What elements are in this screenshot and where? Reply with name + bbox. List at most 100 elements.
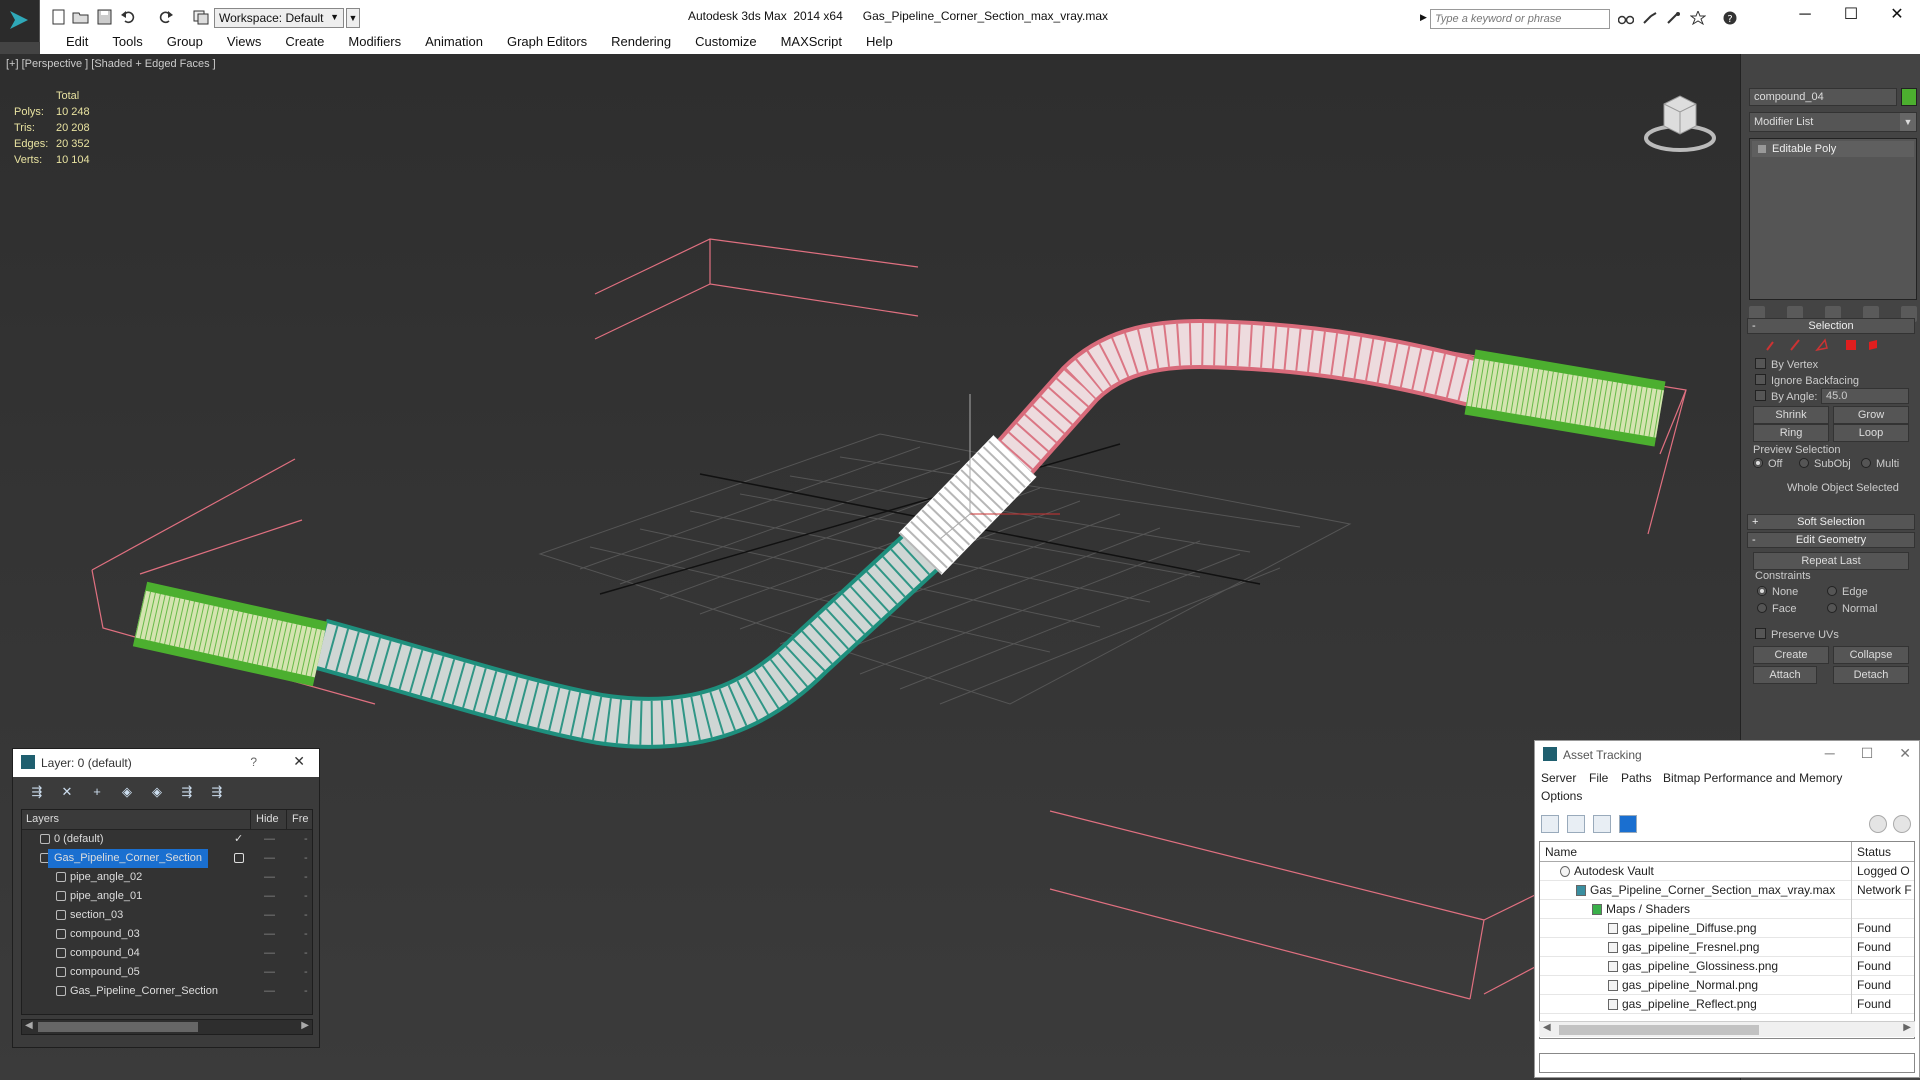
constraint-normal-radio[interactable]: Normal (1827, 603, 1877, 615)
current-layer-check[interactable]: ✓ (234, 830, 243, 849)
list-view-icon[interactable] (1567, 815, 1585, 833)
minimize-button[interactable]: ─ (1782, 0, 1828, 32)
asset-row[interactable]: Autodesk Vault Logged O (1540, 862, 1914, 881)
repeat-last-button[interactable]: Repeat Last (1753, 552, 1909, 570)
undo-icon[interactable] (120, 9, 138, 25)
scroll-right-icon[interactable]: ▶ (301, 1020, 309, 1031)
loop-button[interactable]: Loop (1833, 424, 1909, 442)
freeze-toggle[interactable]: - (304, 906, 308, 925)
add-to-layer-icon[interactable]: + (87, 783, 107, 801)
by-angle-checkbox[interactable]: By Angle: (1755, 390, 1817, 403)
modifier-list-dropdown[interactable]: Modifier List ▼ (1749, 112, 1917, 132)
hide-all-layers-icon[interactable]: ⇶ (177, 783, 197, 801)
menu-views[interactable]: Views (215, 32, 273, 54)
communication-icon[interactable] (1666, 11, 1682, 25)
by-vertex-checkbox[interactable]: By Vertex (1755, 358, 1818, 371)
constraint-none-radio[interactable]: None (1757, 586, 1798, 598)
workspace-dropdown[interactable]: Workspace: Default ▼ (214, 8, 344, 28)
asset-row[interactable]: gas_pipeline_Glossiness.png Found (1540, 957, 1914, 976)
layer-row[interactable]: compound_05 — - (22, 963, 312, 982)
layer-dialog-help-button[interactable]: ? (250, 755, 257, 769)
binoculars-icon[interactable] (1618, 11, 1634, 25)
freeze-toggle[interactable]: - (304, 944, 308, 963)
asset-menu-bitmap-performance[interactable]: Bitmap Performance and Memory (1663, 771, 1842, 785)
col-name[interactable]: Name (1545, 845, 1577, 859)
freeze-toggle[interactable]: - (304, 849, 308, 868)
constraint-face-radio[interactable]: Face (1757, 603, 1796, 615)
constraint-edge-radio[interactable]: Edge (1827, 586, 1868, 598)
asset-menu-options[interactable]: Options (1541, 789, 1582, 803)
app-logo-button[interactable] (0, 0, 40, 42)
save-icon[interactable] (96, 9, 114, 25)
preview-subobj-radio[interactable]: SubObj (1799, 458, 1851, 470)
hide-toggle[interactable]: — (264, 887, 275, 906)
asset-row[interactable]: gas_pipeline_Reflect.png Found (1540, 995, 1914, 1014)
preview-multi-radio[interactable]: Multi (1861, 458, 1899, 470)
layer-dialog-titlebar[interactable]: Layer: 0 (default) ? ✕ (13, 749, 319, 777)
menu-customize[interactable]: Customize (683, 32, 768, 54)
layer-row[interactable]: section_03 — - (22, 906, 312, 925)
freeze-toggle[interactable]: - (304, 963, 308, 982)
asset-menu-paths[interactable]: Paths (1621, 771, 1652, 785)
col-layers[interactable]: Layers (26, 813, 59, 825)
asset-list[interactable]: Name Status Autodesk Vault Logged O Gas_… (1539, 841, 1915, 1039)
menu-tools[interactable]: Tools (100, 32, 154, 54)
asset-row[interactable]: gas_pipeline_Normal.png Found (1540, 976, 1914, 995)
hide-toggle[interactable]: — (264, 925, 275, 944)
scroll-right-icon[interactable]: ▶ (1903, 1022, 1911, 1033)
soft-selection-rollout-header[interactable]: + Soft Selection (1747, 514, 1915, 530)
object-name-input[interactable]: compound_04 (1749, 88, 1897, 106)
attach-button[interactable]: Attach (1753, 666, 1817, 684)
stack-item-editable-poly[interactable]: Editable Poly (1752, 141, 1914, 157)
hide-toggle[interactable]: — (264, 849, 275, 868)
asset-row[interactable]: Maps / Shaders (1540, 900, 1914, 919)
menu-create[interactable]: Create (273, 32, 336, 54)
layer-row[interactable]: Gas_Pipeline_Corner_Section — - (22, 982, 312, 1001)
viewcube-icon[interactable] (1640, 86, 1720, 156)
freeze-all-layers-icon[interactable]: ⇶ (207, 783, 227, 801)
preview-off-radio[interactable]: Off (1753, 458, 1782, 470)
layer-horizontal-scrollbar[interactable]: ◀ ▶ (21, 1019, 313, 1035)
asset-menu-file[interactable]: File (1589, 771, 1608, 785)
col-freeze[interactable]: Fre (292, 813, 309, 825)
scroll-left-icon[interactable]: ◀ (25, 1020, 33, 1031)
hide-toggle[interactable]: — (264, 906, 275, 925)
hide-toggle[interactable]: — (264, 963, 275, 982)
subobject-level-icons[interactable] (1763, 336, 1913, 354)
hide-toggle[interactable]: — (264, 868, 275, 887)
menu-maxscript[interactable]: MAXScript (769, 32, 854, 54)
scroll-thumb[interactable] (38, 1022, 198, 1032)
search-expand-icon[interactable]: ▶ (1420, 12, 1427, 23)
scroll-left-icon[interactable]: ◀ (1543, 1022, 1551, 1033)
menu-modifiers[interactable]: Modifiers (336, 32, 413, 54)
hide-toggle[interactable]: — (264, 982, 275, 1001)
asset-close-button[interactable]: ✕ (1899, 745, 1911, 762)
maximize-button[interactable]: ☐ (1828, 0, 1874, 32)
asset-row[interactable]: gas_pipeline_Diffuse.png Found (1540, 919, 1914, 938)
select-objects-icon[interactable]: ◈ (117, 783, 137, 801)
selection-rollout-header[interactable]: - Selection (1747, 318, 1915, 334)
object-color-swatch[interactable] (1901, 88, 1917, 106)
new-file-icon[interactable] (50, 9, 68, 25)
highlight-selected-icon[interactable]: ◈ (147, 783, 167, 801)
col-status[interactable]: Status (1857, 845, 1891, 859)
favorites-star-icon[interactable] (1690, 11, 1706, 25)
asset-horizontal-scrollbar[interactable]: ◀ ▶ (1539, 1021, 1915, 1037)
freeze-toggle[interactable]: - (304, 982, 308, 1001)
hide-toggle[interactable]: — (264, 830, 275, 849)
detach-button[interactable]: Detach (1833, 666, 1909, 684)
redo-icon[interactable] (156, 9, 174, 25)
hide-toggle[interactable]: — (264, 944, 275, 963)
menu-graph-editors[interactable]: Graph Editors (495, 32, 599, 54)
asset-context-help-icon[interactable] (1893, 815, 1911, 833)
grid-view-icon[interactable] (1619, 815, 1637, 833)
scroll-thumb[interactable] (1559, 1025, 1759, 1035)
menu-help[interactable]: Help (854, 32, 905, 54)
freeze-toggle[interactable]: - (304, 868, 308, 887)
menu-group[interactable]: Group (155, 32, 215, 54)
delete-layer-icon[interactable]: ✕ (57, 783, 77, 801)
layer-row[interactable]: compound_04 — - (22, 944, 312, 963)
asset-maximize-button[interactable]: ☐ (1861, 745, 1874, 762)
layer-row[interactable]: pipe_angle_01 — - (22, 887, 312, 906)
edit-geometry-rollout-header[interactable]: - Edit Geometry (1747, 532, 1915, 548)
